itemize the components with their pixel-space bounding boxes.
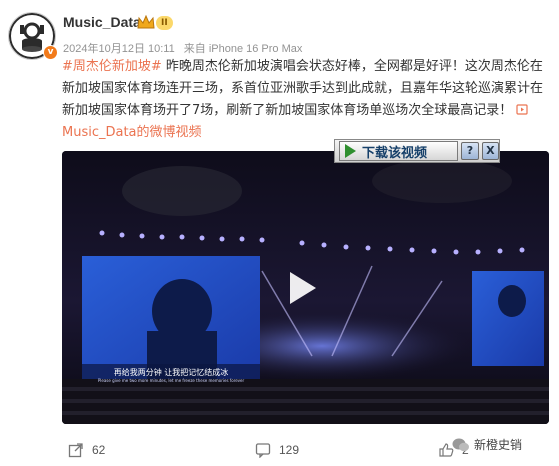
comment-icon [255,443,271,458]
hashtag-link[interactable]: #周杰伦新加坡# [62,59,162,74]
post-date[interactable]: 2024年10月12日 10:11 [63,43,175,55]
member-level-badge[interactable]: II [137,14,173,32]
help-icon[interactable]: ? [461,142,479,160]
post-text: #周杰伦新加坡# 昨晚周杰伦新加坡演唱会状态好棒，全网都是好评！这次周杰伦在新加… [62,56,549,144]
verified-badge-icon: v [43,45,58,60]
wechat-logo-icon [452,438,469,451]
download-play-icon [345,144,356,158]
share-button[interactable]: 62 [68,442,105,458]
download-video-button[interactable]: 下载该视频 [339,141,459,161]
share-count: 62 [92,443,106,457]
username[interactable]: Music_Data [63,14,141,30]
comment-button[interactable]: 129 [255,442,299,458]
video-link-label: Music_Data的微博视频 [62,125,202,140]
video-link-icon [516,104,529,115]
video-subtitle-en: Please give me two more minutes, let me … [97,378,245,383]
watermark-text: 新橙史销 [474,438,523,452]
post-meta: 2024年10月12日 10:11 来自 iPhone 16 Pro Max [63,40,308,56]
post-source: 来自 iPhone 16 Pro Max [183,43,303,55]
watermark: 新橙史销 [452,436,522,453]
download-video-bar: 下载该视频 ? X [334,139,500,163]
video-subtitle-cn: 再给我两分钟 让我把记忆结成冰 [113,368,229,377]
share-icon [68,443,83,458]
comment-count: 129 [279,443,300,457]
crown-icon [137,15,155,29]
close-icon[interactable]: X [481,142,499,160]
download-video-label: 下载该视频 [362,145,428,161]
play-icon[interactable] [290,272,316,304]
level-badge-label: II [156,16,173,30]
